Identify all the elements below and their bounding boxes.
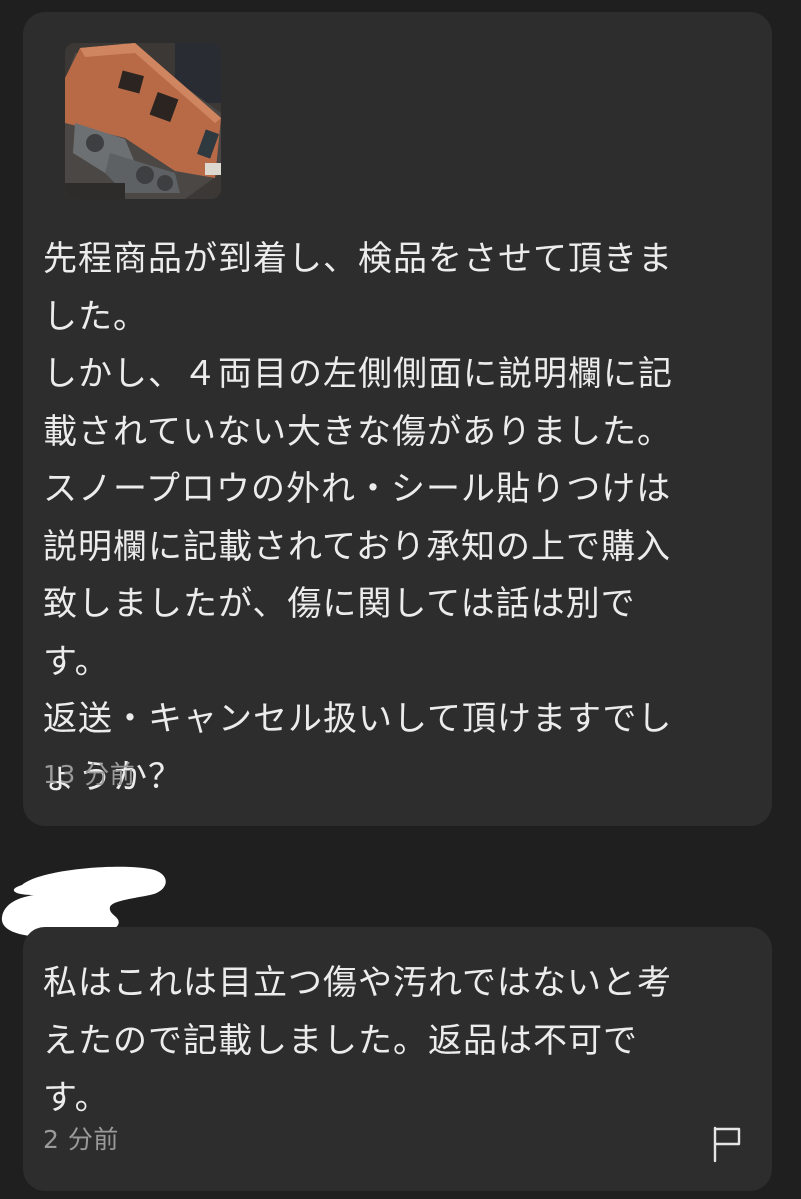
attached-photo-thumbnail[interactable] (65, 43, 221, 199)
message-line: 返送・キャンセル扱いして頂けますでし (43, 699, 673, 739)
message-line: 私はこれは目立つ傷や汚れではないと考 (43, 963, 672, 1003)
message-text-buyer: 先程商品が到着し、検品をさせて頂きま した。 しかし、４両目の左側側面に説明欄に… (43, 231, 713, 806)
flag-icon (713, 1126, 741, 1163)
message-line: えたので記載しました。返品は不可で (43, 1020, 638, 1061)
train-photo-image (65, 43, 221, 199)
message-line: ょうか？ (43, 756, 183, 797)
message-line: す。 (43, 1078, 110, 1118)
message-line: 先程商品が到着し、検品をさせて頂きま (43, 239, 673, 279)
message-timestamp: 2 分前 (43, 1125, 119, 1154)
message-line: 致しましたが、傷に関しては話は別で (43, 584, 636, 624)
message-line: しかし、４両目の左側側面に説明欄に記 (43, 354, 673, 394)
message-line: した。 (43, 296, 148, 337)
message-line: 載されていない大きな傷がありました。 (43, 411, 672, 452)
message-line: スノープロウの外れ・シール貼りつけは (43, 469, 672, 509)
message-text-seller: 私はこれは目立つ傷や汚れではないと考 えたので記載しました。返品は不可で す。 (43, 955, 713, 1128)
message-line: す。 (43, 641, 110, 682)
message-timestamp: 13 分前 (43, 760, 136, 789)
message-line: 説明欄に記載されており承知の上で購入 (43, 526, 671, 567)
report-flag-button[interactable] (709, 1124, 745, 1164)
